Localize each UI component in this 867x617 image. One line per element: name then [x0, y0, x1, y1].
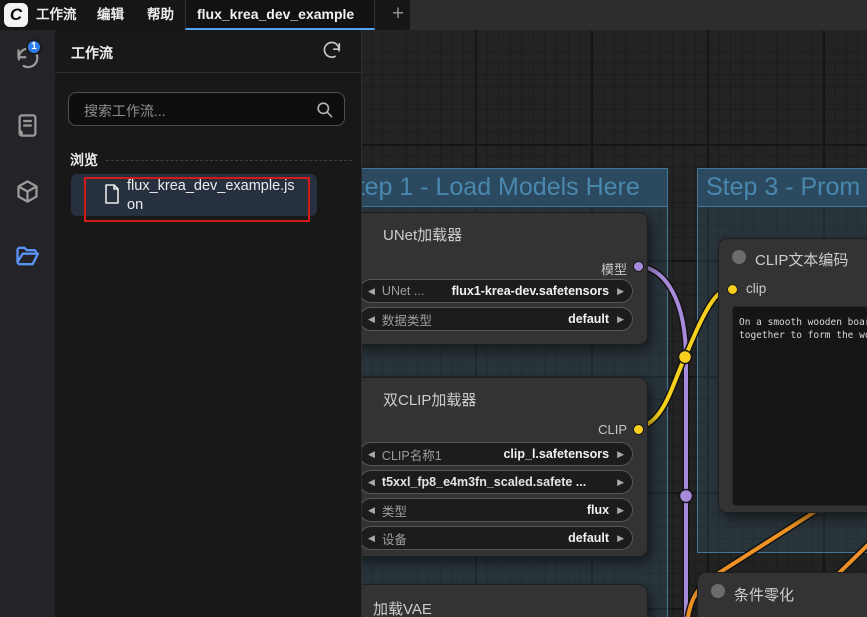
clip-type-widget[interactable]: ◀ 类型 flux ▶	[362, 498, 633, 522]
browse-section-header[interactable]: 浏览	[70, 150, 352, 170]
node-load-vae-title: 加载VAE	[373, 598, 432, 617]
widget-value: flux	[407, 503, 609, 517]
node-conditioning-zero-out[interactable]: 条件零化	[697, 572, 867, 617]
node-conditioning-zero-out-title: 条件零化	[734, 584, 794, 605]
prev-arrow-icon[interactable]: ◀	[368, 505, 375, 516]
widget-value: flux1-krea-dev.safetensors	[424, 284, 609, 298]
widget-label: 数据类型	[382, 310, 432, 329]
widget-label: 设备	[382, 529, 407, 548]
workflows-folder-icon[interactable]	[14, 242, 41, 269]
model-cube-icon[interactable]	[14, 178, 41, 205]
clip-output-port[interactable]	[633, 424, 644, 435]
sidebar: 1	[0, 30, 55, 617]
menu-workflow[interactable]: 工作流	[36, 0, 77, 30]
clip-name2-widget[interactable]: ◀ t5xxl_fp8_e4m3fn_scaled.safete ... ▶	[362, 470, 633, 494]
search-workflows-input[interactable]: 搜索工作流...	[68, 92, 345, 126]
group-step1-header[interactable]: Step 1 - Load Models Here	[362, 169, 667, 207]
widget-value: clip_l.safetensors	[442, 447, 609, 461]
history-badge: 1	[26, 39, 42, 55]
workflows-panel: 工作流 搜索工作流... 浏览 flux_krea_dev_example.js…	[55, 30, 362, 617]
workflow-tab[interactable]: flux_krea_dev_example	[185, 0, 375, 30]
topbar-spacer	[410, 0, 867, 30]
next-arrow-icon[interactable]: ▶	[617, 477, 624, 488]
next-arrow-icon[interactable]: ▶	[617, 286, 624, 297]
node-clip-text-encode[interactable]: CLIP文本编码 clip On a smooth wooden board t…	[718, 238, 867, 513]
clip-name1-widget[interactable]: ◀ CLIP名称1 clip_l.safetensors ▶	[362, 442, 633, 466]
widget-label: UNet ...	[382, 284, 424, 298]
collapse-dot-icon[interactable]	[732, 250, 746, 264]
new-tab-button[interactable]: +	[385, 0, 411, 30]
model-reroute-dot	[680, 490, 693, 503]
menu-edit[interactable]: 编辑	[97, 0, 124, 30]
node-canvas[interactable]: Step 1 - Load Models Here Step 3 - Prom …	[362, 30, 867, 617]
log-book-icon[interactable]	[14, 112, 41, 139]
search-placeholder: 搜索工作流...	[84, 101, 166, 121]
device-widget[interactable]: ◀ 设备 default ▶	[362, 526, 633, 550]
node-unet-loader[interactable]: UNet加载器 模型 ◀ UNet ... flux1-krea-dev.saf…	[362, 212, 648, 345]
widget-value: default	[407, 531, 609, 545]
widget-label: CLIP名称1	[382, 445, 442, 464]
prev-arrow-icon[interactable]: ◀	[368, 286, 375, 297]
widget-value: default	[432, 312, 609, 326]
next-arrow-icon[interactable]: ▶	[617, 533, 624, 544]
group-step1-title: Step 1 - Load Models Here	[362, 173, 640, 202]
clip-input-port[interactable]	[727, 284, 738, 295]
prompt-text-widget[interactable]: On a smooth wooden board together to for…	[732, 306, 867, 506]
comfyui-logo-icon[interactable]: C	[4, 3, 28, 27]
panel-title: 工作流	[71, 43, 113, 63]
refresh-icon[interactable]	[321, 40, 343, 62]
node-dualclip-loader[interactable]: 双CLIP加载器 CLIP ◀ CLIP名称1 clip_l.safetenso…	[362, 377, 648, 557]
group-step3-title: Step 3 - Prom	[706, 173, 860, 202]
group-step3-header[interactable]: Step 3 - Prom	[698, 169, 867, 207]
prev-arrow-icon[interactable]: ◀	[368, 449, 375, 460]
widget-label: 类型	[382, 501, 407, 520]
search-icon	[315, 100, 334, 119]
widget-value: t5xxl_fp8_e4m3fn_scaled.safete ...	[382, 475, 609, 489]
browse-label: 浏览	[70, 150, 98, 170]
workflow-tab-label: flux_krea_dev_example	[197, 6, 354, 22]
clip-output-label: CLIP	[598, 422, 627, 437]
model-output-label: 模型	[601, 259, 627, 278]
panel-divider	[55, 72, 362, 73]
highlight-annotation-box	[84, 177, 310, 222]
browse-divider	[106, 160, 352, 161]
weight-dtype-widget[interactable]: ◀ 数据类型 default ▶	[362, 307, 633, 331]
clip-input-label: clip	[746, 281, 766, 296]
node-clip-text-encode-title: CLIP文本编码	[755, 249, 848, 270]
node-load-vae[interactable]: 加载VAE	[362, 584, 648, 617]
menu-help[interactable]: 帮助	[147, 0, 174, 30]
next-arrow-icon[interactable]: ▶	[617, 449, 624, 460]
model-output-port[interactable]	[633, 261, 644, 272]
clip-reroute-dot	[679, 351, 692, 364]
prev-arrow-icon[interactable]: ◀	[368, 314, 375, 325]
next-arrow-icon[interactable]: ▶	[617, 505, 624, 516]
node-unet-loader-title: UNet加载器	[383, 224, 462, 245]
top-menu-bar: C 工作流 编辑 帮助 flux_krea_dev_example +	[0, 0, 867, 30]
collapse-dot-icon[interactable]	[711, 584, 725, 598]
unet-name-widget[interactable]: ◀ UNet ... flux1-krea-dev.safetensors ▶	[362, 279, 633, 303]
prev-arrow-icon[interactable]: ◀	[368, 477, 375, 488]
node-dualclip-loader-title: 双CLIP加载器	[383, 389, 476, 410]
prev-arrow-icon[interactable]: ◀	[368, 533, 375, 544]
next-arrow-icon[interactable]: ▶	[617, 314, 624, 325]
